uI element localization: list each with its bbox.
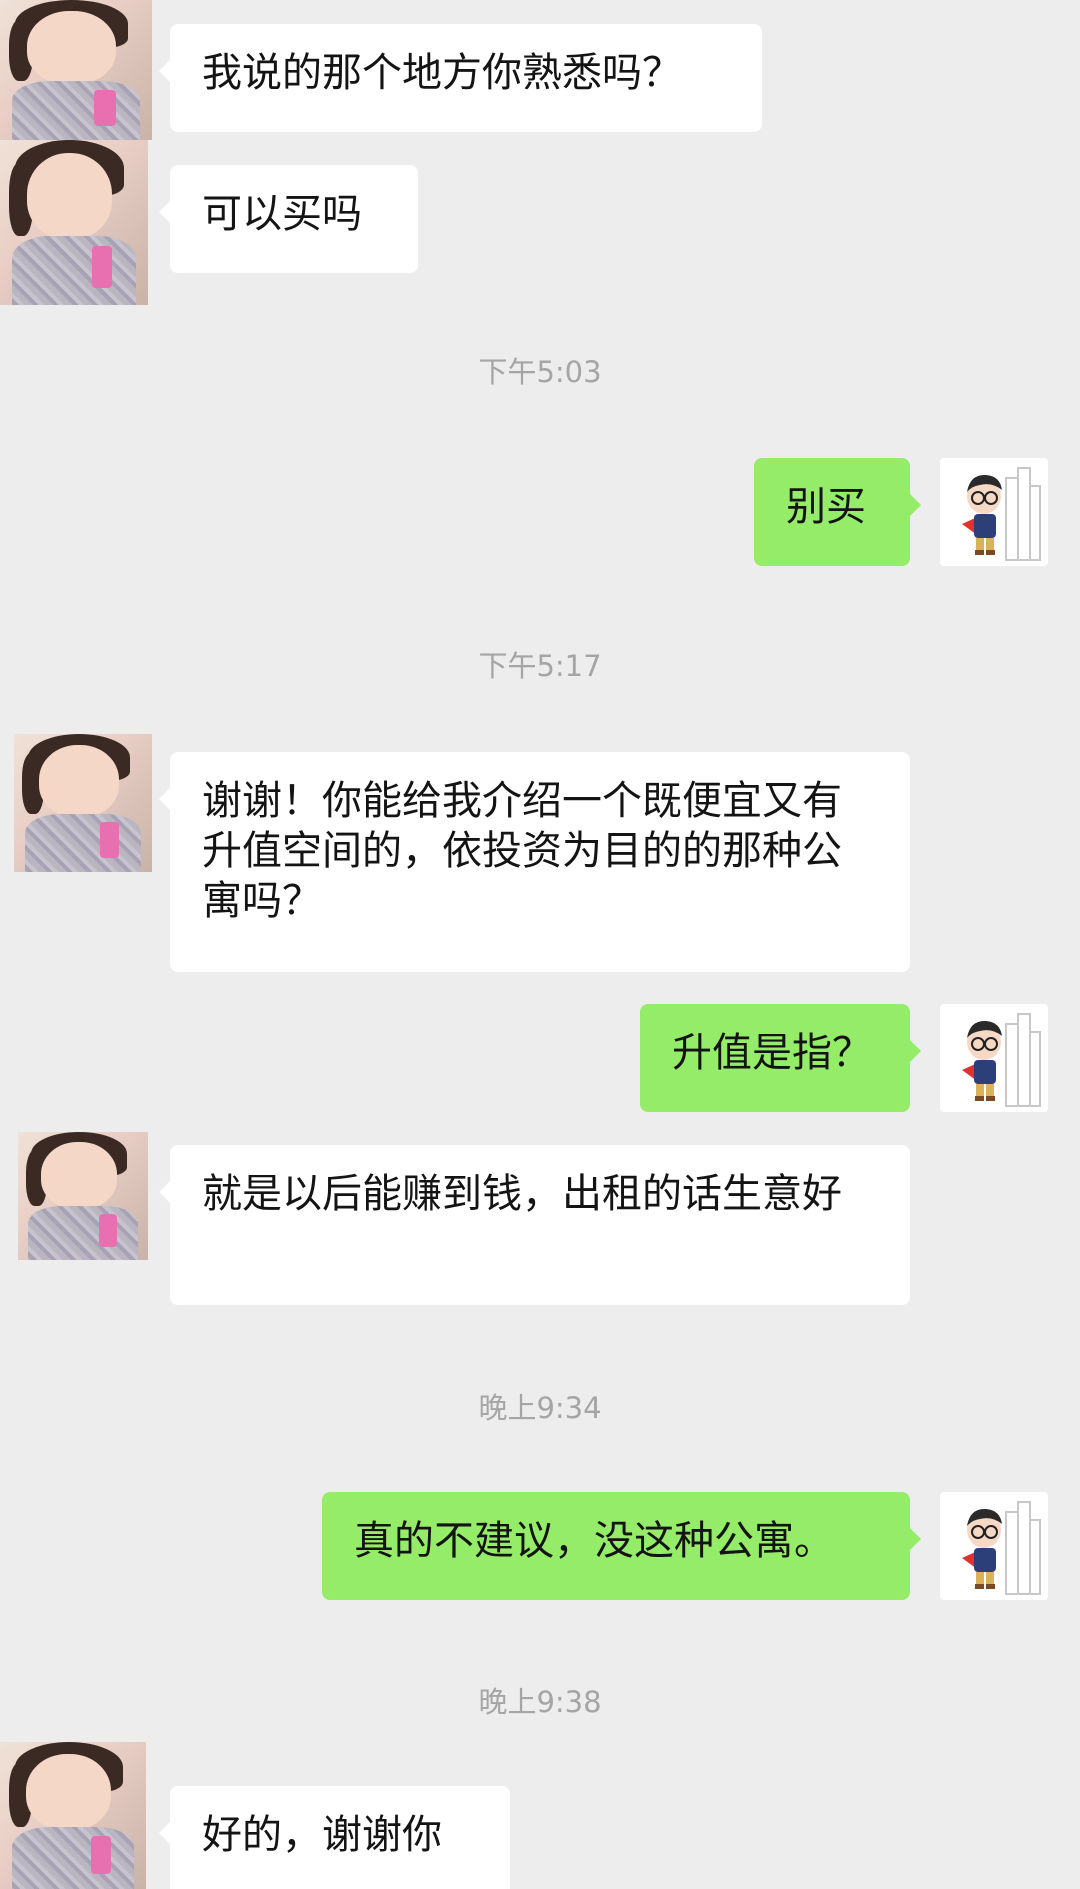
- message-bubble[interactable]: 别买: [754, 458, 921, 566]
- message-text: 我说的那个地方你熟悉吗？: [202, 50, 682, 96]
- message-bubble[interactable]: 我说的那个地方你熟悉吗？: [159, 24, 762, 132]
- my-avatar[interactable]: [940, 458, 1048, 566]
- message-text: 真的不建议，没这种公寓。: [354, 1518, 834, 1564]
- contact-avatar[interactable]: [0, 0, 152, 140]
- message-text: 别买: [786, 484, 866, 530]
- my-avatar[interactable]: [940, 1492, 1048, 1600]
- my-avatar[interactable]: [940, 1004, 1048, 1112]
- message-bubble[interactable]: 好的，谢谢你: [159, 1786, 510, 1889]
- message-text: 升值是指？: [672, 1030, 872, 1076]
- timestamp: 晚上9:34: [478, 1391, 602, 1425]
- chat-area[interactable]: 我说的那个地方你熟悉吗？ 可以买吗 下午5:03 别买 下午5:17 谢谢！你能…: [0, 0, 1080, 1889]
- message-bubble[interactable]: 就是以后能赚到钱，出租的话生意好: [159, 1145, 910, 1305]
- message-text: 可以买吗: [202, 191, 362, 237]
- superhero-cartoon-icon: [962, 1013, 1041, 1107]
- contact-avatar[interactable]: [18, 1132, 148, 1260]
- superhero-cartoon-icon: [962, 1501, 1041, 1595]
- timestamp: 下午5:03: [478, 355, 602, 389]
- message-bubble[interactable]: 可以买吗: [159, 165, 418, 273]
- message-bubble[interactable]: 升值是指？: [640, 1004, 921, 1112]
- message-text: 好的，谢谢你: [202, 1812, 442, 1858]
- message-bubble[interactable]: 谢谢！你能给我介绍一个既便宜又有升值空间的，依投资为目的的那种公寓吗？: [159, 752, 910, 972]
- message-bubble[interactable]: 真的不建议，没这种公寓。: [322, 1492, 921, 1600]
- superhero-cartoon-icon: [962, 467, 1041, 561]
- contact-avatar[interactable]: [0, 1742, 146, 1889]
- message-text: 就是以后能赚到钱，出租的话生意好: [202, 1171, 842, 1217]
- contact-avatar[interactable]: [14, 734, 152, 872]
- timestamp: 下午5:17: [478, 649, 602, 683]
- contact-avatar[interactable]: [0, 140, 148, 305]
- timestamp: 晚上9:38: [478, 1685, 602, 1719]
- message-text: 谢谢！你能给我介绍一个既便宜又有升值空间的，依投资为目的的那种公寓吗？: [202, 778, 842, 924]
